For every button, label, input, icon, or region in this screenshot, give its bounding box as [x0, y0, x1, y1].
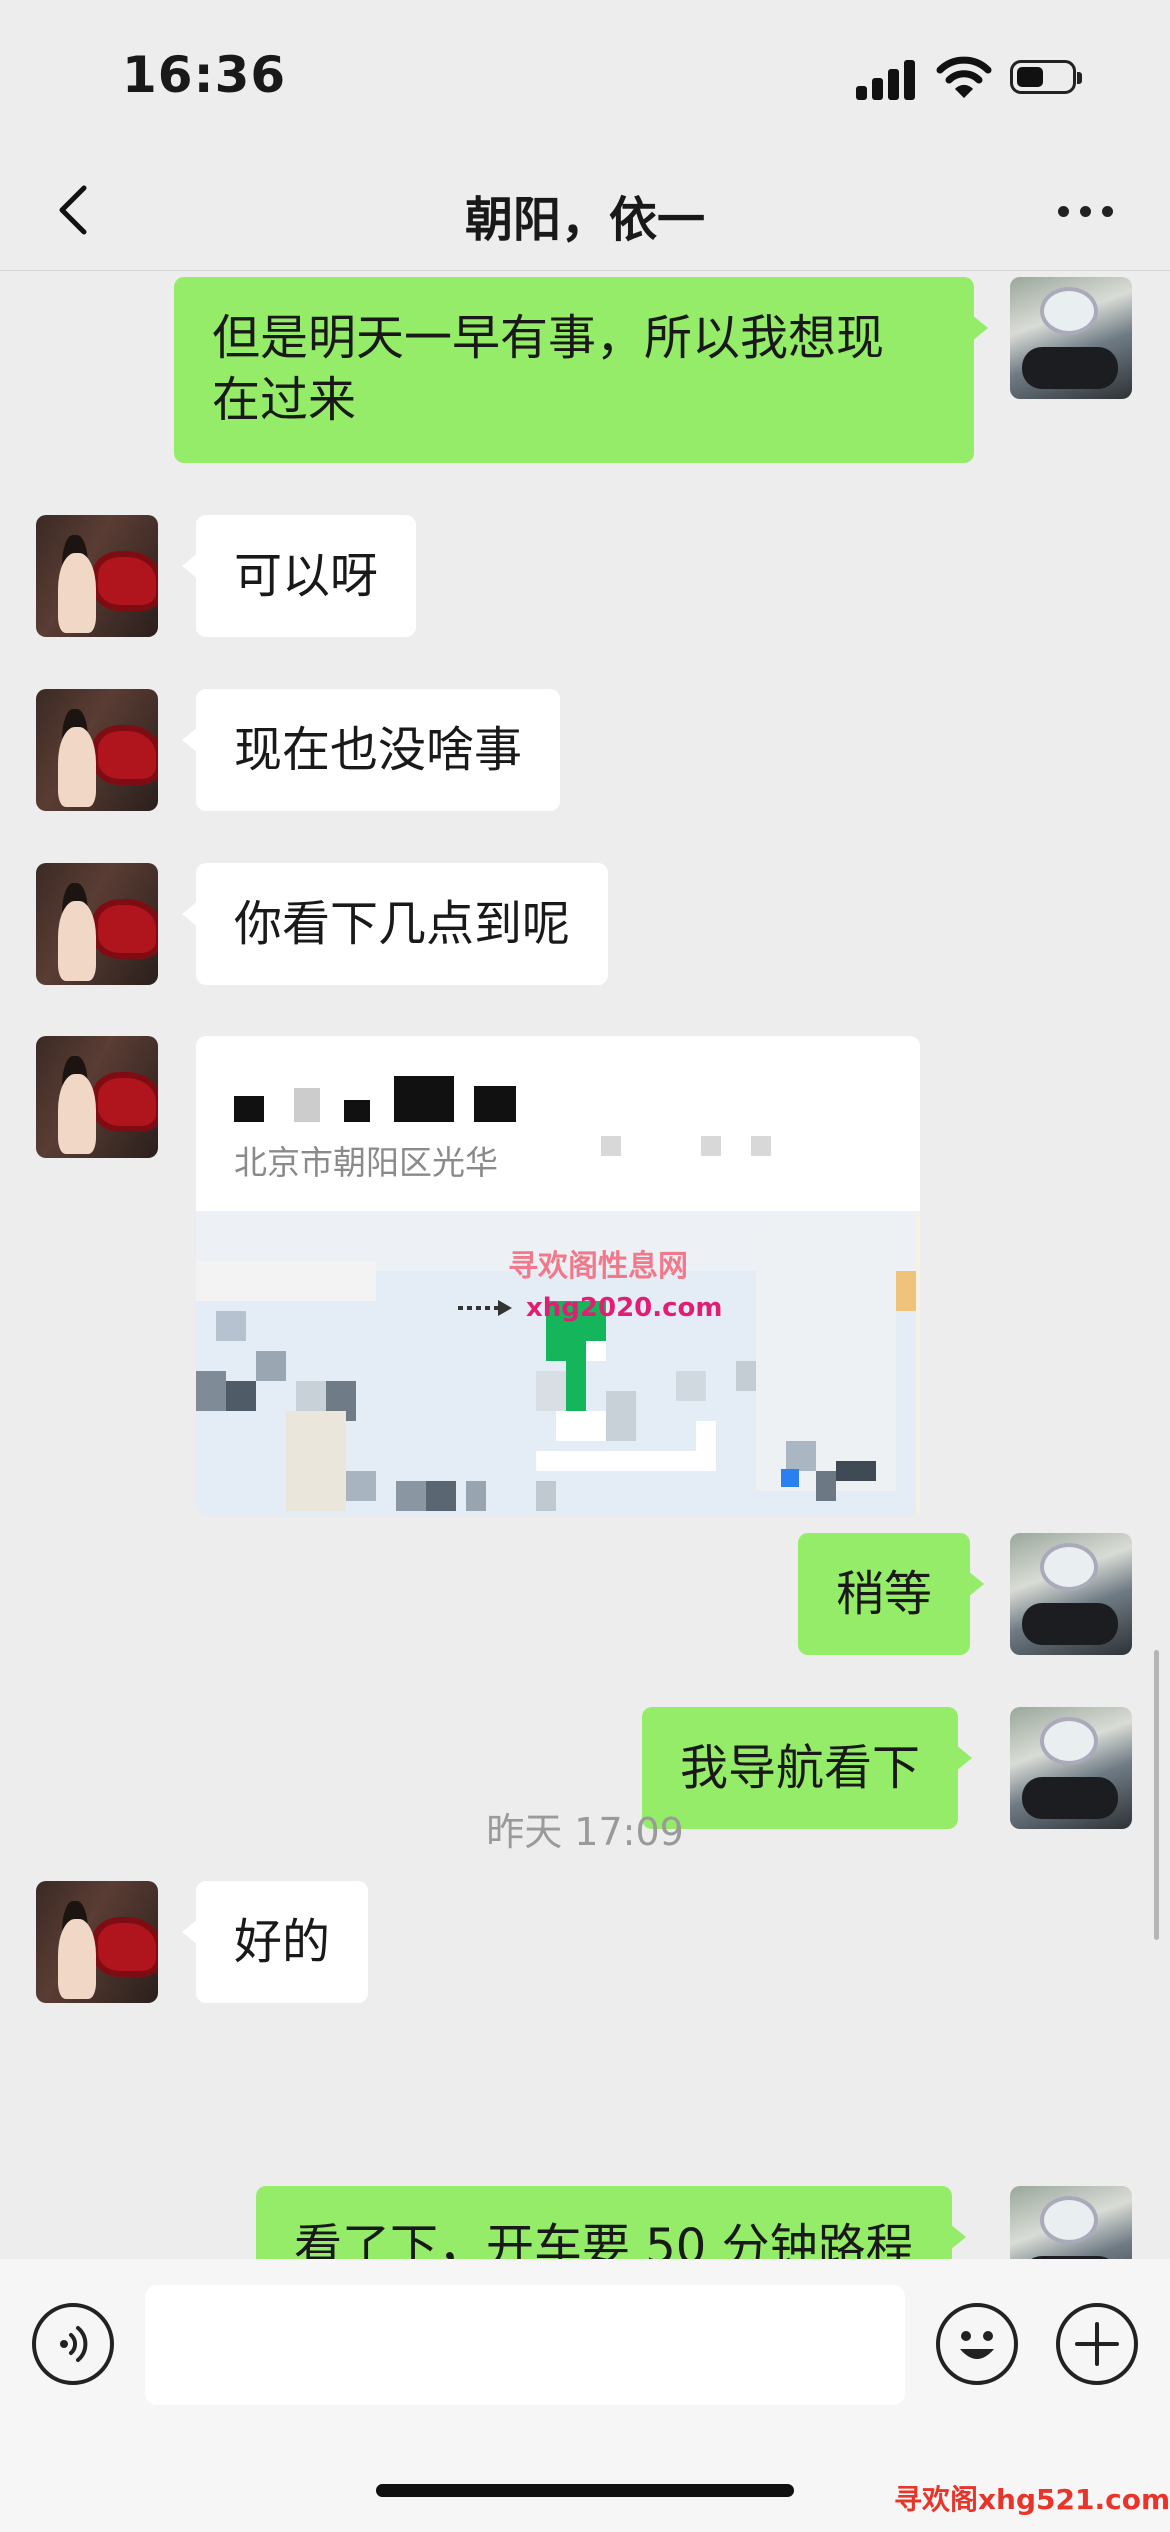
message-input[interactable]: [145, 2285, 905, 2405]
more-dots-icon[interactable]: [1048, 180, 1124, 240]
cellular-signal-icon: [856, 60, 918, 100]
self-avatar[interactable]: [1010, 1533, 1132, 1655]
chat-message-list[interactable]: 但是明天一早有事，所以我想现 在过来 可以呀 现在也没啥事 你看下几点到呢 北京…: [0, 271, 1170, 2259]
voice-icon[interactable]: [32, 2303, 114, 2385]
message-bubble-other[interactable]: 好的: [181, 1881, 369, 2003]
contact-avatar[interactable]: [36, 1881, 158, 2003]
message-bubble-other[interactable]: 你看下几点到呢: [181, 863, 609, 985]
plus-icon[interactable]: [1056, 2303, 1138, 2385]
chat-header: 朝阳，依一: [0, 150, 1170, 271]
location-name-redacted: [234, 1076, 564, 1122]
location-address: 北京市朝阳区光华: [234, 1143, 498, 1182]
message-bubble-self[interactable]: 稍等: [798, 1533, 985, 1655]
status-time: 16:36: [122, 46, 287, 104]
emoji-icon[interactable]: [936, 2303, 1018, 2385]
message-bubble-self[interactable]: 但是明天一早有事，所以我想现 在过来: [174, 277, 988, 463]
self-avatar[interactable]: [1010, 2186, 1132, 2259]
location-message-card[interactable]: 北京市朝阳区光华 寻欢阁性息网 xhg2020.com: [196, 1036, 920, 1516]
status-bar: 16:36: [0, 0, 1170, 150]
arrow-icon: [458, 1300, 512, 1316]
map-watermark-line2: xhg2020.com: [526, 1293, 723, 1323]
location-map-preview[interactable]: 寻欢阁性息网 xhg2020.com: [196, 1211, 920, 1516]
message-bubble-self[interactable]: 看了下，开车要 50 分钟路程: [256, 2186, 966, 2259]
contact-avatar[interactable]: [36, 863, 158, 985]
home-indicator[interactable]: [376, 2484, 794, 2497]
wifi-icon: [936, 56, 992, 98]
message-bubble-other[interactable]: 现在也没啥事: [181, 689, 561, 811]
chat-scrollbar[interactable]: [1154, 1650, 1159, 1940]
chat-title: 朝阳，依一: [464, 192, 705, 248]
message-bubble-other[interactable]: 可以呀: [181, 515, 417, 637]
self-avatar[interactable]: [1010, 277, 1132, 399]
corner-watermark: 寻欢阁xhg521.com: [894, 2483, 1170, 2516]
battery-icon: [1010, 60, 1082, 94]
map-watermark-line1: 寻欢阁性息网: [508, 1249, 688, 1284]
contact-avatar[interactable]: [36, 1036, 158, 1158]
contact-avatar[interactable]: [36, 515, 158, 637]
contact-avatar[interactable]: [36, 689, 158, 811]
message-timestamp: 昨天 17:09: [486, 1810, 684, 1854]
